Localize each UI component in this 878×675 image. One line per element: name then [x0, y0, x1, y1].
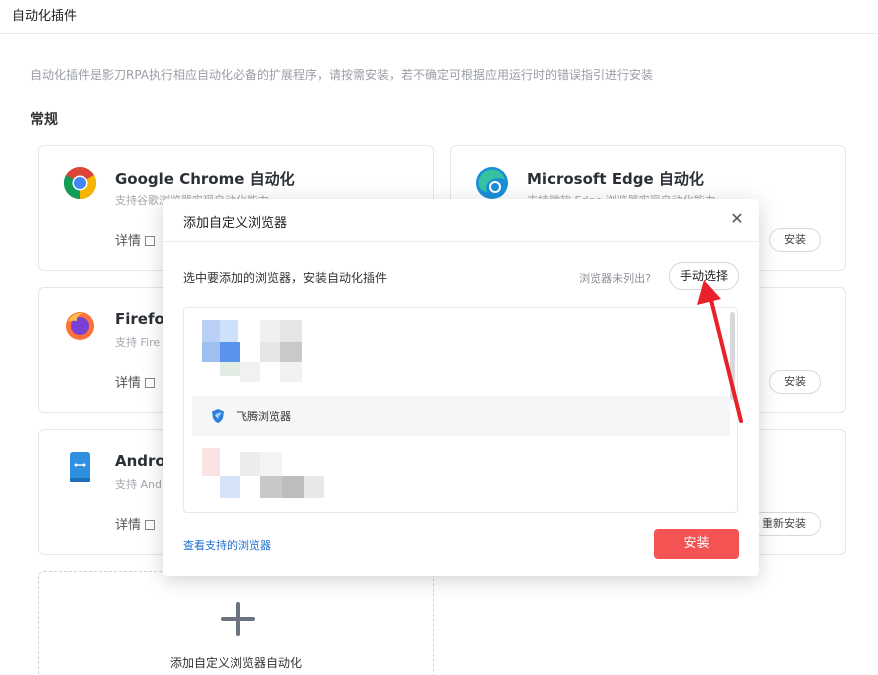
section-title: 常规 — [30, 112, 58, 128]
chrome-icon — [63, 167, 97, 200]
detail-label: 详情 — [115, 234, 142, 249]
add-custom-browser-card[interactable]: 添加自定义浏览器自动化 — [38, 571, 434, 675]
detail-link[interactable]: 详情 — [115, 514, 156, 533]
android-icon — [70, 452, 90, 482]
firefox-icon — [66, 312, 94, 340]
page-description: 自动化插件是影刀RPA执行相应自动化必备的扩展程序，请按需安装，若不确定可根据应… — [30, 68, 654, 82]
close-icon[interactable]: ✕ — [729, 211, 745, 227]
feiteng-browser-icon — [212, 409, 224, 423]
install-button[interactable]: 安装 — [769, 228, 821, 252]
plugin-subtitle: 支持 Fire — [115, 336, 161, 349]
list-scrollbar[interactable] — [730, 312, 735, 400]
plugin-name: Google Chrome 自动化 — [115, 170, 295, 188]
browser-list[interactable]: 飞腾浏览器 — [183, 307, 738, 513]
dialog-divider — [163, 241, 759, 242]
browser-item-feiteng[interactable]: 飞腾浏览器 — [192, 396, 730, 436]
external-link-icon — [145, 236, 156, 246]
plugin-name: Microsoft Edge 自动化 — [527, 170, 704, 188]
dialog-title: 添加自定义浏览器 — [183, 216, 288, 231]
browser-not-listed-text: 浏览器未列出? — [579, 272, 651, 285]
browser-item-label: 飞腾浏览器 — [236, 410, 291, 423]
title-divider — [0, 33, 878, 34]
detail-link[interactable]: 详情 — [115, 372, 156, 391]
add-custom-browser-dialog: 添加自定义浏览器 ✕ 选中要添加的浏览器，安装自动化插件 浏览器未列出? 手动选… — [163, 199, 759, 576]
external-link-icon — [145, 378, 156, 388]
supported-browsers-link[interactable]: 查看支持的浏览器 — [183, 537, 271, 553]
install-button[interactable]: 安装 — [769, 370, 821, 394]
page-title: 自动化插件 — [12, 9, 78, 24]
plugin-subtitle: 支持 And — [115, 478, 162, 491]
detail-label: 详情 — [115, 518, 142, 533]
plugin-name: Andro — [115, 452, 166, 470]
dialog-hint: 选中要添加的浏览器，安装自动化插件 — [183, 271, 388, 285]
edge-icon — [476, 167, 508, 199]
detail-link[interactable]: 详情 — [115, 230, 156, 249]
external-link-icon — [145, 520, 156, 530]
manual-select-button[interactable]: 手动选择 — [668, 262, 739, 290]
add-custom-browser-label: 添加自定义浏览器自动化 — [169, 656, 302, 670]
plus-icon — [221, 602, 255, 636]
detail-label: 详情 — [115, 376, 142, 391]
install-button[interactable]: 安装 — [654, 529, 739, 559]
